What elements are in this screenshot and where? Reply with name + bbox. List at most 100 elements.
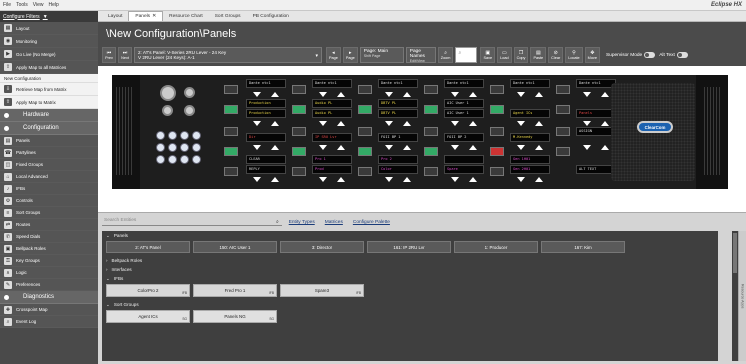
sidebar-item-new-config[interactable]: New Configuration [0, 74, 98, 83]
panel-select[interactable]: 2: AT's Panel: V-Series 2RU Lever - 24 K… [134, 47, 322, 63]
key-display[interactable]: Dante ntc1 [312, 79, 352, 88]
configure-palette-link[interactable]: Configure Palette [353, 220, 390, 225]
sidebar-item-preferences[interactable]: ✎ Preferences [0, 279, 98, 291]
keypad-star[interactable] [180, 155, 189, 164]
entity-card[interactable]: 2: AT's Panel [106, 241, 190, 253]
tab-layout[interactable]: Layout [102, 11, 128, 21]
page-select[interactable]: Page: Main Shift Page [359, 47, 404, 63]
tab-sort-groups[interactable]: Sort Groups [209, 11, 247, 21]
group-ifbs[interactable]: ⌄ IFBs [102, 274, 718, 283]
alttext-toggle[interactable]: Alt Text [659, 52, 688, 58]
keypad-6[interactable] [168, 143, 177, 152]
key-display[interactable] [444, 155, 484, 164]
clear-button[interactable]: ⊘ Clear [548, 47, 564, 63]
menu-help[interactable]: Help [49, 2, 59, 8]
keypad-3[interactable] [180, 131, 189, 140]
entity-card[interactable]: 161: IP 2RU Lvr [367, 241, 451, 253]
tab-pb-configuration[interactable]: PB Configuration [247, 11, 295, 21]
key-lever[interactable] [292, 85, 306, 94]
key-lever[interactable] [556, 127, 570, 136]
key-lever[interactable] [292, 167, 306, 176]
key-lever[interactable] [556, 105, 570, 114]
key-display[interactable]: Dante ntc1 [378, 79, 418, 88]
save-button[interactable]: ▣ Save [480, 47, 496, 63]
key-lever[interactable] [556, 85, 570, 94]
sidebar-item-routes[interactable]: ⇄ Routes [0, 219, 98, 231]
sidebar-item-crosspoint-map[interactable]: ✚ Crosspoint Map [0, 304, 98, 316]
key-display[interactable]: AIC User 1 [444, 109, 484, 118]
entity-card[interactable]: 167: Kim [541, 241, 625, 253]
group-sort-groups[interactable]: ⌄ Sort Groups [102, 300, 718, 309]
key-display[interactable]: Spare [444, 165, 484, 174]
key-lever[interactable] [490, 85, 504, 94]
key-display[interactable]: M.Kennedy [510, 133, 550, 142]
key-display[interactable]: ASSIGN [576, 127, 616, 136]
page-prev-button[interactable]: ◂ Page [326, 47, 341, 63]
key-display[interactable]: Production [246, 109, 286, 118]
key-lever[interactable] [424, 105, 438, 114]
load-button[interactable]: ▭ Load [497, 47, 512, 63]
menu-file[interactable]: File [3, 2, 11, 8]
section-diagnostics[interactable]: Diagnostics [0, 291, 98, 304]
sidebar-item-layout[interactable]: ▦ Layout [0, 22, 98, 35]
key-display[interactable]: Pro 1 [312, 155, 352, 164]
key-lever[interactable] [292, 105, 306, 114]
key-display[interactable]: Audio PL [312, 109, 352, 118]
copy-button[interactable]: ❐ Copy [513, 47, 529, 63]
sidebar-item-key-groups[interactable]: ⚿ Key Groups [0, 255, 98, 267]
move-button[interactable]: ✥ Move [584, 47, 600, 63]
sidebar-item-ifbs[interactable]: ♪ IFBs [0, 183, 98, 195]
keypad-4[interactable] [192, 131, 201, 140]
menu-view[interactable]: View [33, 2, 44, 8]
alttext-switch[interactable] [676, 52, 688, 58]
key-lever[interactable] [292, 147, 306, 156]
sidebar-item-local-advanced[interactable]: ⌂ Local Advanced [0, 171, 98, 183]
zoom-button[interactable]: ⌕ Zoom [437, 47, 454, 63]
tab-panels[interactable]: Panels ✕ [128, 11, 164, 21]
search-field[interactable]: ⌕ [455, 47, 478, 63]
entity-card[interactable]: Spare3 IFB [280, 284, 364, 297]
key-display[interactable]: Dante ntc1 [510, 79, 550, 88]
key-lever[interactable] [224, 85, 238, 94]
supervisor-switch[interactable] [644, 52, 656, 58]
search-icon[interactable]: ⌕ [276, 219, 279, 225]
section-hardware[interactable]: Hardware [0, 109, 98, 122]
key-display[interactable]: FOII BP 1 [378, 133, 418, 142]
keypad-0[interactable] [168, 155, 177, 164]
key-lever[interactable] [358, 147, 372, 156]
volume-knob-icon[interactable] [184, 87, 195, 98]
sidebar-item-speed-dials[interactable]: ✆ Speed Dials [0, 231, 98, 243]
key-lever[interactable] [358, 127, 372, 136]
sidebar-item-apply-all[interactable]: ⇪ Apply Map to all Matrices [0, 61, 98, 74]
sidebar-item-beltpack-roles[interactable]: ▣ Bellpack Roles [0, 243, 98, 255]
mic-knob-icon[interactable] [162, 105, 173, 116]
sidebar-item-logic[interactable]: ∧ Logic [0, 267, 98, 279]
locate-button[interactable]: ⚲ Locate [565, 47, 583, 63]
group-panels[interactable]: ⌄ Panels [102, 231, 718, 240]
key-display[interactable]: Dante ntc1 [246, 79, 286, 88]
entity-card[interactable]: Agent ICs SG [106, 310, 190, 323]
key-display[interactable]: Agent ICs [510, 109, 550, 118]
key-display[interactable]: DBTV PL [378, 109, 418, 118]
entity-card[interactable]: 1: Producer [454, 241, 538, 253]
paste-button[interactable]: ▤ Paste [530, 47, 547, 63]
key-lever[interactable] [358, 85, 372, 94]
entity-card[interactable]: ColorPro 2 IFB [106, 284, 190, 297]
key-lever[interactable] [556, 147, 570, 156]
group-beltpack-roles[interactable]: › Beltpack Roles [102, 256, 718, 265]
sidebar-item-apply-map[interactable]: ⇧ Apply Map to Matrix [0, 96, 98, 109]
sidebar-item-partylines[interactable]: ☎ Partylines [0, 147, 98, 159]
prev-button[interactable]: ⏮ Prev [102, 47, 116, 63]
speaker-knob-icon[interactable] [184, 105, 195, 116]
key-lever[interactable] [490, 147, 504, 156]
group-interfaces[interactable]: › Interfaces [102, 265, 718, 274]
key-lever[interactable] [490, 127, 504, 136]
key-lever[interactable] [358, 105, 372, 114]
supervisor-toggle[interactable]: Supervisor Mode [606, 52, 656, 58]
sidebar-item-go-live[interactable]: ▶ Go Live (No Merge) [0, 48, 98, 61]
keypad-2[interactable] [168, 131, 177, 140]
key-display[interactable]: Color [378, 165, 418, 174]
resource-apps-tab[interactable]: Resource Apps [738, 231, 746, 361]
sidebar-item-sort-groups[interactable]: ≡ Sort Groups [0, 207, 98, 219]
key-lever[interactable] [490, 167, 504, 176]
